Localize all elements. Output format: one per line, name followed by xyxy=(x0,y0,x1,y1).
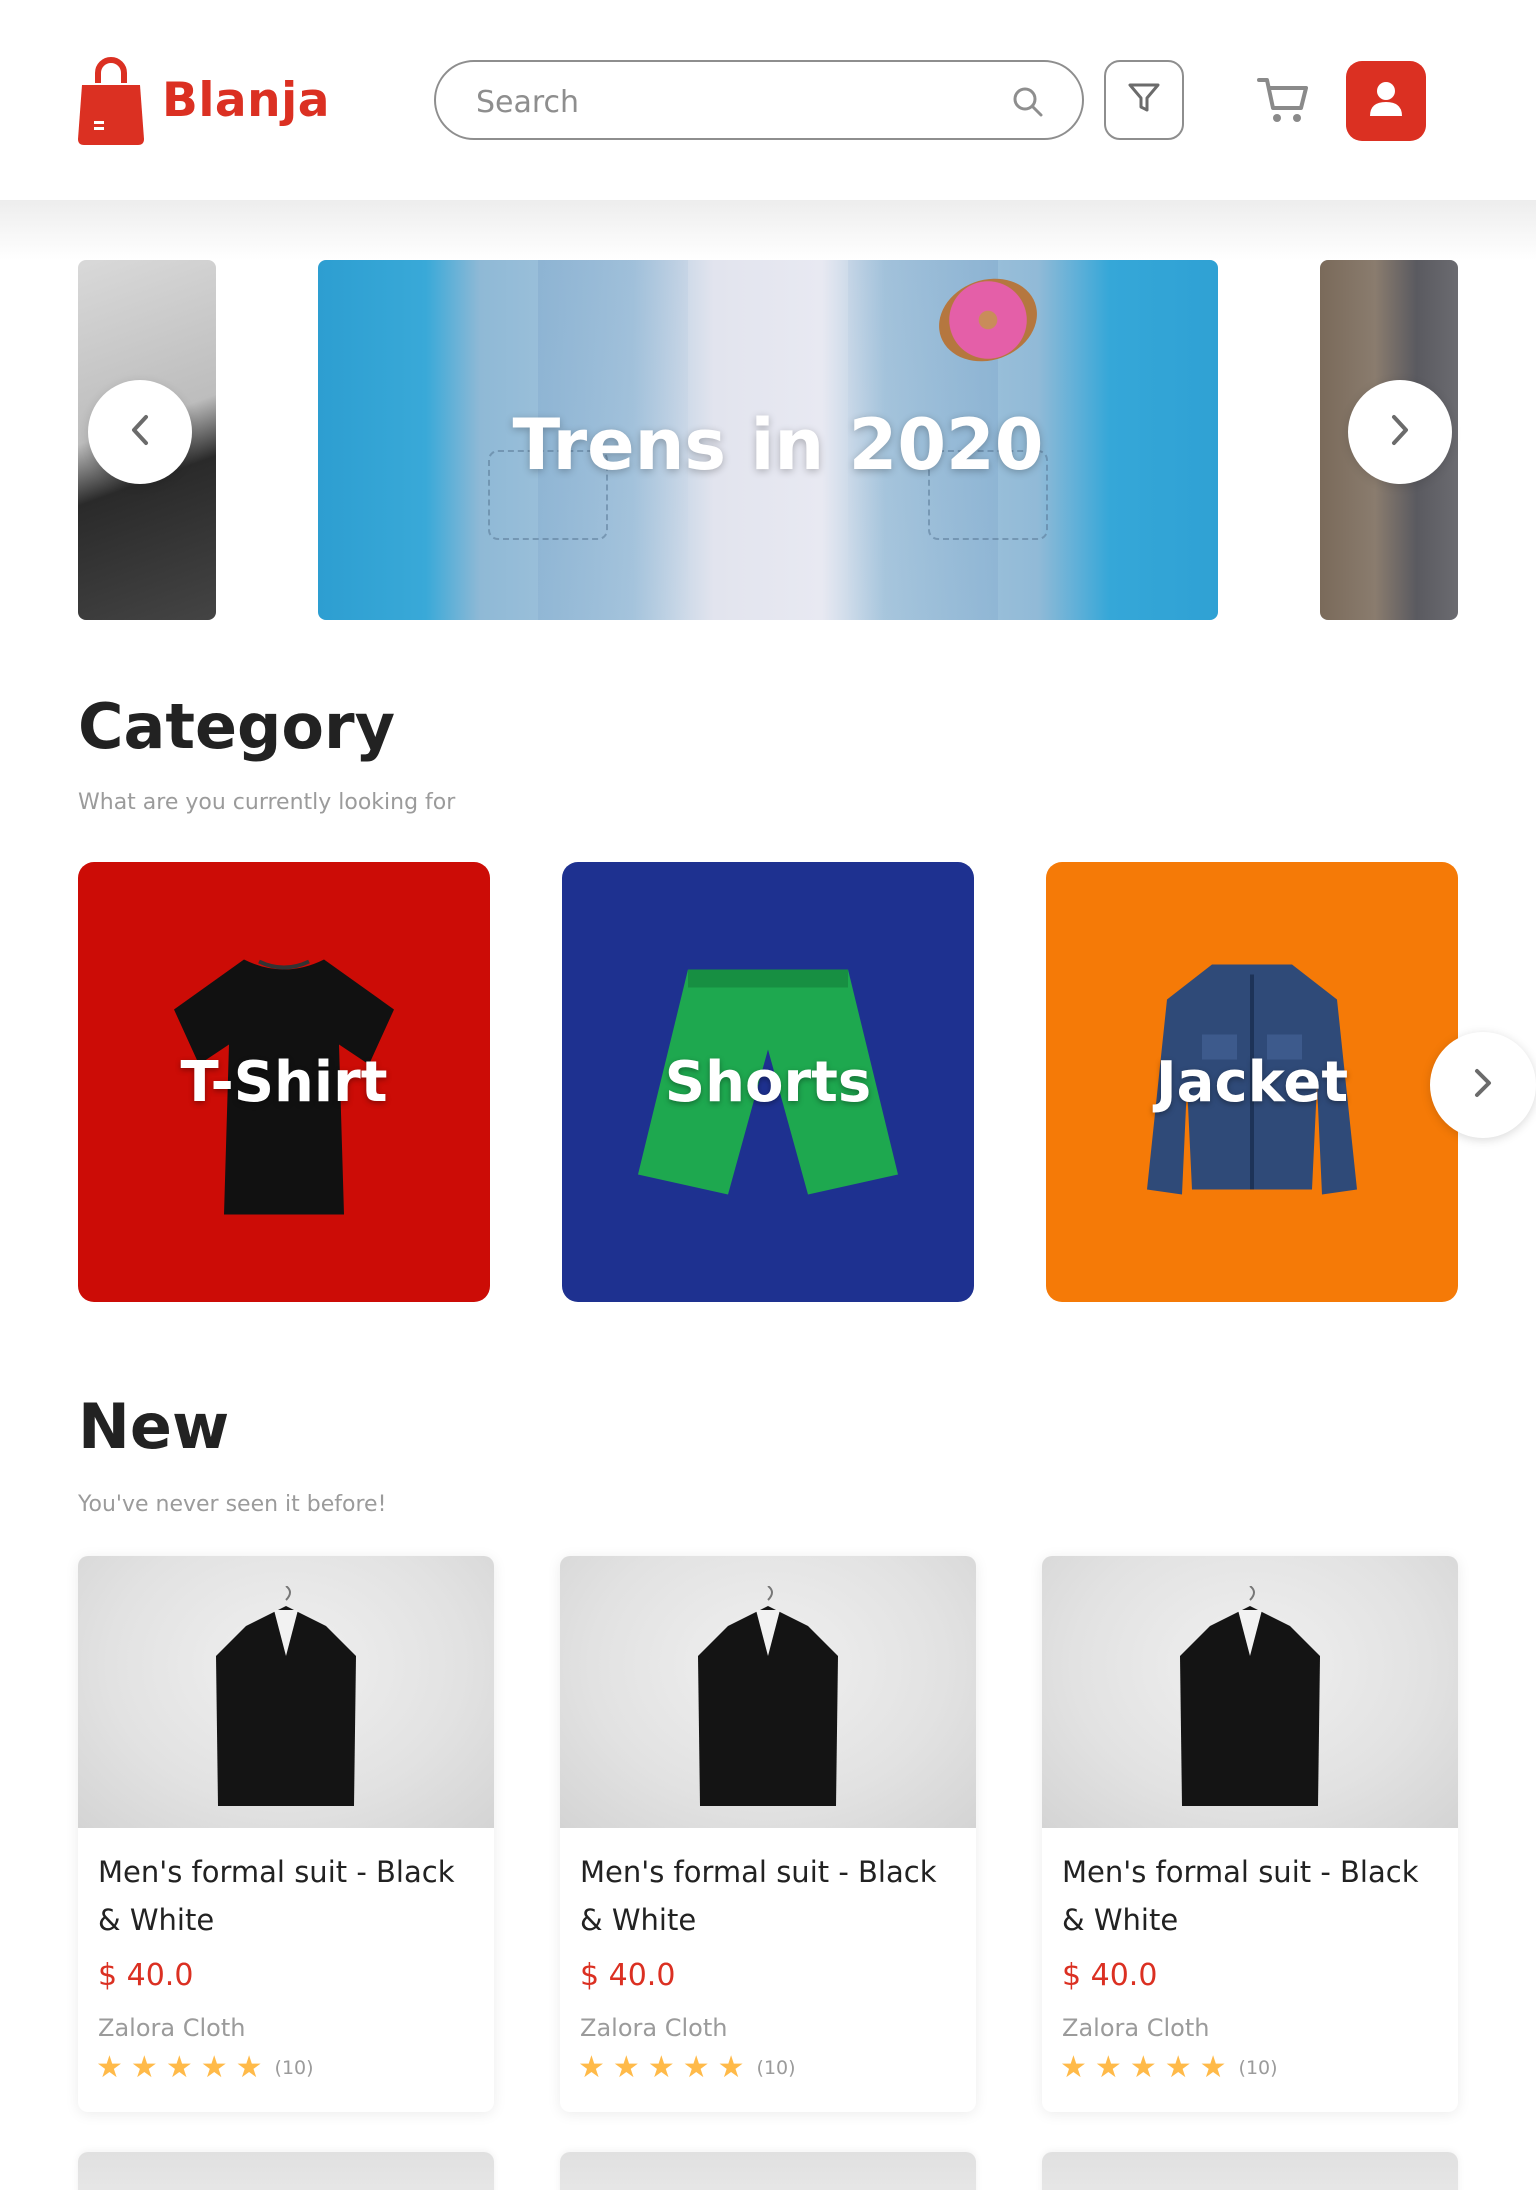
product-rating: ★ ★ ★ ★ ★ (10) xyxy=(96,2053,314,2083)
product-rating: ★ ★ ★ ★ ★ (10) xyxy=(1060,2053,1278,2083)
product-image xyxy=(560,1556,976,1828)
product-brand: Zalora Cloth xyxy=(580,2014,728,2042)
product-card[interactable]: Men's formal suit - Black & White $ 40.0… xyxy=(560,1556,976,2112)
star-icon: ★ xyxy=(1164,2050,1192,2085)
filter-button[interactable] xyxy=(1104,60,1184,140)
chevron-left-icon xyxy=(127,413,153,452)
product-price: $ 40.0 xyxy=(98,1958,194,1993)
star-icon: ★ xyxy=(130,2050,158,2085)
star-icon: ★ xyxy=(1199,2050,1227,2085)
chevron-right-icon xyxy=(1387,413,1413,452)
cart-button[interactable] xyxy=(1254,72,1312,130)
cart-icon xyxy=(1257,74,1309,129)
chevron-right-icon xyxy=(1471,1067,1495,1104)
header-shadow xyxy=(0,200,1536,260)
star-icon: ★ xyxy=(647,2050,675,2085)
product-name: Men's formal suit - Black & White xyxy=(1062,1855,1419,1937)
filter-icon xyxy=(1127,82,1161,119)
product-rating: ★ ★ ★ ★ ★ (10) xyxy=(578,2053,796,2083)
category-card-shorts[interactable]: Shorts xyxy=(562,862,974,1302)
category-card-tshirt[interactable]: T-Shirt xyxy=(78,862,490,1302)
star-icon: ★ xyxy=(612,2050,640,2085)
category-label: T-Shirt xyxy=(180,1049,388,1115)
search-icon[interactable] xyxy=(1012,86,1044,123)
rating-count: (10) xyxy=(1238,2057,1278,2079)
product-image xyxy=(78,1556,494,1828)
star-icon: ★ xyxy=(165,2050,193,2085)
brand-logo[interactable]: Blanja xyxy=(78,55,330,145)
category-next-button[interactable] xyxy=(1430,1032,1536,1138)
rating-count: (10) xyxy=(274,2057,314,2079)
star-icon: ★ xyxy=(1129,2050,1157,2085)
product-card-partial[interactable] xyxy=(1042,2152,1458,2190)
star-icon: ★ xyxy=(96,2050,123,2085)
product-card-partial[interactable] xyxy=(78,2152,494,2190)
rating-count: (10) xyxy=(756,2057,796,2079)
product-image xyxy=(1042,1556,1458,1828)
product-card[interactable]: Men's formal suit - Black & White $ 40.0… xyxy=(78,1556,494,2112)
category-card-jacket[interactable]: Jacket xyxy=(1046,862,1458,1302)
product-price: $ 40.0 xyxy=(1062,1958,1158,1993)
product-brand: Zalora Cloth xyxy=(1062,2014,1210,2042)
star-icon: ★ xyxy=(200,2050,228,2085)
carousel-next-button[interactable] xyxy=(1348,380,1452,484)
star-icon: ★ xyxy=(578,2050,605,2085)
profile-button[interactable] xyxy=(1346,61,1426,141)
new-subtitle: You've never seen it before! xyxy=(78,1492,387,1517)
product-price: $ 40.0 xyxy=(580,1958,676,1993)
user-icon xyxy=(1368,80,1404,123)
star-icon: ★ xyxy=(717,2050,745,2085)
star-icon: ★ xyxy=(682,2050,710,2085)
star-icon: ★ xyxy=(235,2050,263,2085)
star-icon: ★ xyxy=(1094,2050,1122,2085)
category-label: Shorts xyxy=(664,1049,872,1115)
brand-name: Blanja xyxy=(162,72,330,128)
product-card[interactable]: Men's formal suit - Black & White $ 40.0… xyxy=(1042,1556,1458,2112)
carousel-title: Trens in 2020 xyxy=(512,404,1044,486)
shopping-bag-logo-icon xyxy=(78,55,144,145)
product-name: Men's formal suit - Black & White xyxy=(580,1855,937,1937)
top-navbar: Blanja xyxy=(0,0,1536,200)
search-bar xyxy=(434,60,1084,140)
category-title: Category xyxy=(78,690,395,763)
carousel-prev-button[interactable] xyxy=(88,380,192,484)
carousel-slide-main[interactable]: Trens in 2020 xyxy=(318,260,1218,620)
product-brand: Zalora Cloth xyxy=(98,2014,246,2042)
new-title: New xyxy=(78,1390,230,1463)
category-label: Jacket xyxy=(1155,1049,1349,1115)
category-subtitle: What are you currently looking for xyxy=(78,790,456,815)
search-input[interactable] xyxy=(476,80,996,124)
product-card-partial[interactable] xyxy=(560,2152,976,2190)
star-icon: ★ xyxy=(1060,2050,1087,2085)
product-name: Men's formal suit - Black & White xyxy=(98,1855,455,1937)
